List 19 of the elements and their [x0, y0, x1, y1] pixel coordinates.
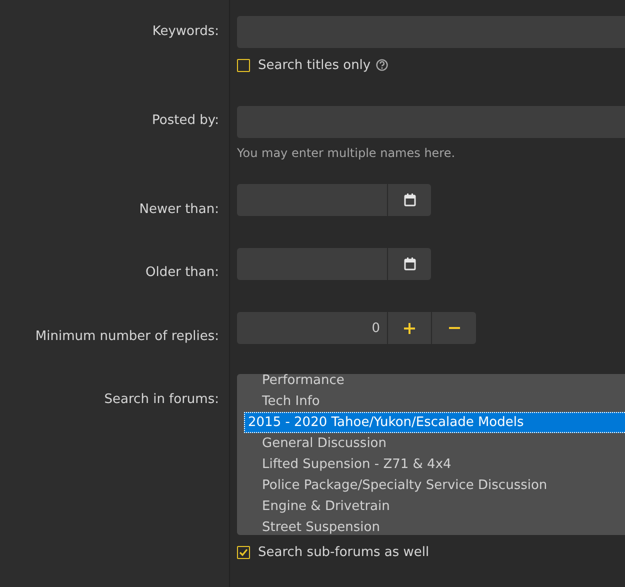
forum-option[interactable]: Tech Info — [237, 391, 625, 412]
hint-text: You may enter multiple names here. — [237, 146, 456, 160]
field-label: Search in forums: — [104, 392, 219, 407]
field-label: Minimum number of replies: — [35, 329, 219, 344]
forum-option[interactable]: Police Package/Specialty Service Discussion — [237, 475, 625, 496]
field-label: Newer than: — [139, 202, 219, 217]
forum-option[interactable]: Engine & Drivetrain — [237, 496, 625, 517]
number-field[interactable]: 0 — [237, 312, 387, 344]
forum-option[interactable]: General Discussion — [237, 433, 625, 454]
checkbox-label: Search sub-forums as well — [258, 544, 430, 560]
field-label: Keywords: — [152, 24, 219, 39]
forum-option[interactable]: 2015 - 2020 Tahoe/Yukon/Escalade Models — [244, 412, 625, 433]
field-label: Older than: — [146, 265, 219, 280]
forum-list[interactable]: Performance Tech Info 2015 - 2020 Tahoe/Yukon/Escalade Models General Discussion Lifted Supension - Z71 & 4x4 Police Package/Specialty Service Discussion Engine & Drivetrain Street Suspension — [237, 374, 625, 535]
forum-option[interactable]: Performance — [237, 374, 625, 391]
forum-option[interactable]: Lifted Supension - Z71 & 4x4 — [237, 454, 625, 475]
checkbox-label: Search titles only — [258, 58, 371, 72]
forum-option[interactable]: Street Suspension — [237, 517, 625, 535]
field-label: Posted by: — [152, 113, 219, 128]
